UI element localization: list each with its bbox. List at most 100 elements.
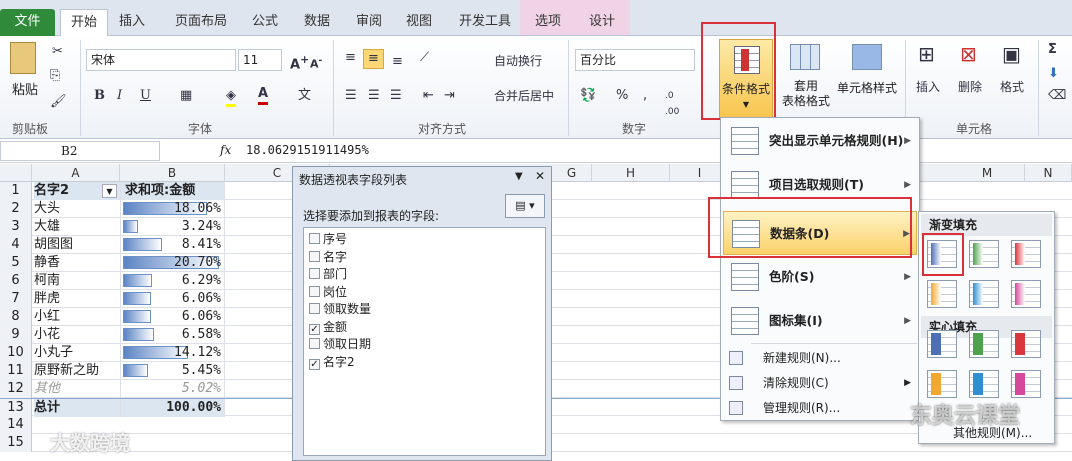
gradient-orange-data-bar[interactable]: [927, 280, 957, 308]
cell-amount[interactable]: 3.24%: [120, 218, 225, 236]
phonetic-icon[interactable]: 文: [298, 88, 311, 104]
tab-10[interactable]: 设计: [580, 9, 624, 36]
cell-amount[interactable]: 14.12%: [120, 344, 225, 362]
tab-9[interactable]: 选项: [526, 9, 570, 36]
comma-button[interactable]: ,: [643, 88, 647, 104]
format-painter-icon[interactable]: 🖌: [50, 94, 67, 110]
font-name-select[interactable]: 宋体: [86, 49, 236, 71]
field-checkbox[interactable]: ✓: [309, 323, 320, 335]
align-top-icon[interactable]: ≡: [345, 50, 356, 66]
tab-2[interactable]: 插入: [112, 9, 152, 36]
tab-1[interactable]: 开始: [60, 9, 108, 36]
underline-button[interactable]: U: [140, 88, 151, 104]
row-header[interactable]: 4: [0, 236, 32, 254]
row-header[interactable]: 5: [0, 254, 32, 272]
cell-name[interactable]: 小丸子: [34, 344, 120, 362]
pane-options-icon[interactable]: ▼: [515, 171, 523, 182]
format-as-table-icon[interactable]: [790, 44, 820, 70]
cut-icon[interactable]: ✂: [52, 44, 63, 60]
row-header[interactable]: 15: [0, 434, 32, 452]
row-header[interactable]: 9: [0, 326, 32, 344]
field-checkbox[interactable]: [309, 285, 320, 297]
row-header[interactable]: 1: [0, 182, 32, 200]
format-cells-button[interactable]: 格式: [1000, 79, 1024, 95]
increase-decimal-icon[interactable]: .0.00: [665, 88, 679, 120]
field-checkbox[interactable]: [309, 303, 320, 314]
delete-cells-button[interactable]: 删除: [958, 79, 982, 95]
accounting-icon[interactable]: 💱: [580, 88, 596, 104]
column-header[interactable]: N: [1025, 164, 1072, 182]
delete-cells-icon[interactable]: ⊠: [960, 44, 977, 64]
cell-amount[interactable]: 18.06%: [120, 200, 225, 218]
column-header[interactable]: A: [32, 164, 120, 182]
fill-icon[interactable]: ⬇: [1048, 66, 1059, 82]
row-header[interactable]: 3: [0, 218, 32, 236]
pivot-field[interactable]: 岗位: [309, 284, 347, 301]
cell-name[interactable]: 静香: [34, 254, 120, 272]
cell-name[interactable]: 大雄: [34, 218, 120, 236]
cell-amount[interactable]: 5.45%: [120, 362, 225, 380]
font-size-select[interactable]: 11: [238, 49, 282, 71]
total-label[interactable]: 总计: [34, 399, 120, 417]
menu-item-icon-sets[interactable]: 图标集(I) ▶: [723, 299, 917, 343]
align-bottom-icon[interactable]: ≡: [392, 54, 403, 70]
merge-center-button[interactable]: 合并后居中: [494, 88, 554, 104]
autosum-button[interactable]: Σ: [1048, 42, 1057, 58]
name-box[interactable]: B2: [0, 141, 160, 161]
field-checkbox[interactable]: [309, 250, 320, 262]
solid-purple-data-bar[interactable]: [1011, 370, 1041, 398]
align-right-icon[interactable]: ☰: [390, 88, 402, 104]
field-checkbox[interactable]: [309, 268, 320, 279]
solid-blue-data-bar[interactable]: [927, 330, 957, 358]
cell-amount[interactable]: 5.02%: [120, 380, 225, 398]
border-icon[interactable]: ▦: [180, 88, 192, 104]
column-header[interactable]: M: [950, 164, 1025, 182]
tab-8[interactable]: 开发工具: [450, 9, 520, 36]
close-icon[interactable]: ✕: [535, 169, 545, 183]
tab-4[interactable]: 公式: [244, 9, 286, 36]
cell-amount[interactable]: 6.58%: [120, 326, 225, 344]
pivot-field[interactable]: 领取数量: [309, 301, 371, 318]
paste-button[interactable]: 粘贴: [12, 79, 38, 98]
row-header[interactable]: 13: [0, 399, 32, 417]
cell-name[interactable]: 小花: [34, 326, 120, 344]
insert-cells-button[interactable]: 插入: [916, 79, 940, 95]
gradient-lightblue-data-bar[interactable]: [969, 280, 999, 308]
indent-icon[interactable]: ⇤: [423, 88, 434, 104]
total-value[interactable]: 100.00%: [120, 399, 225, 417]
format-as-table-button[interactable]: 套用 表格格式: [776, 79, 836, 109]
italic-button[interactable]: I: [117, 88, 122, 104]
align-center-icon[interactable]: ☰: [368, 88, 380, 104]
solid-red-data-bar[interactable]: [1011, 330, 1041, 358]
column-header[interactable]: B: [120, 164, 225, 182]
wrap-text-button[interactable]: 自动换行: [494, 53, 542, 69]
menu-item-manage-rules[interactable]: 管理规则(R)...: [723, 396, 917, 420]
cell-name[interactable]: 大头: [34, 200, 120, 218]
row-header[interactable]: 10: [0, 344, 32, 362]
column-header[interactable]: H: [592, 164, 670, 182]
gradient-red-data-bar[interactable]: [1011, 240, 1041, 268]
outdent-icon[interactable]: ⇥: [444, 88, 455, 104]
cell-amount[interactable]: 6.06%: [120, 290, 225, 308]
row-header[interactable]: 7: [0, 290, 32, 308]
pivot-field[interactable]: 名字: [309, 249, 347, 266]
insert-cells-icon[interactable]: ⊞: [918, 44, 935, 64]
filter-dropdown-button[interactable]: ▼: [102, 184, 117, 198]
align-left-icon[interactable]: ☰: [345, 88, 357, 104]
align-middle-icon[interactable]: ≡: [363, 49, 384, 69]
cell-name[interactable]: 其他: [34, 380, 120, 398]
gradient-purple-data-bar[interactable]: [1011, 280, 1041, 308]
shrink-font-icon[interactable]: A-: [310, 53, 322, 73]
solid-lightblue-data-bar[interactable]: [969, 370, 999, 398]
column-header[interactable]: G: [552, 164, 592, 182]
fx-button[interactable]: fx: [220, 143, 231, 157]
tab-6[interactable]: 审阅: [348, 9, 390, 36]
paste-icon[interactable]: [10, 42, 36, 74]
cell-amount[interactable]: 20.70%: [120, 254, 225, 272]
cell-name[interactable]: 胖虎: [34, 290, 120, 308]
number-format-select[interactable]: 百分比: [575, 49, 695, 71]
row-header[interactable]: 12: [0, 380, 32, 398]
formula-input[interactable]: 18.0629151911495%: [246, 143, 369, 157]
orientation-icon[interactable]: ⟋: [420, 50, 429, 66]
font-color-icon[interactable]: A: [258, 86, 269, 105]
